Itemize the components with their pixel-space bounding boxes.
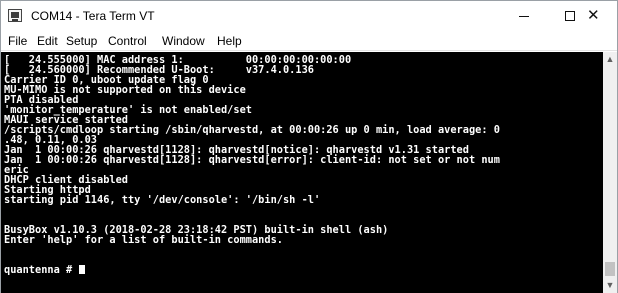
scroll-thumb[interactable] [605, 262, 615, 276]
terminal-line: Enter 'help' for a list of built-in comm… [4, 234, 283, 246]
tera-term-icon[interactable] [8, 9, 22, 22]
menu-edit[interactable]: Edit [37, 34, 58, 48]
menu-bar: File Edit Setup Control Window Help [1, 31, 617, 51]
menu-setup[interactable]: Setup [66, 34, 97, 48]
text-cursor [79, 265, 86, 274]
close-icon: ✕ [587, 7, 600, 24]
menu-window[interactable]: Window [162, 34, 205, 48]
shell-prompt: quantenna # [4, 265, 86, 275]
menu-control[interactable]: Control [108, 34, 147, 48]
title-bar[interactable]: COM14 - Tera Term VT ✕ [1, 1, 617, 31]
chevron-up-icon[interactable]: ▲ [603, 52, 617, 67]
terminal-output[interactable]: [ 24.555000] MAC address 1: 00:00:00:00:… [1, 52, 603, 293]
vertical-scrollbar[interactable]: ▲ ▼ [603, 52, 617, 293]
terminal-line: starting pid 1146, tty '/dev/console': '… [4, 194, 321, 206]
minimize-icon [519, 16, 529, 17]
close-button[interactable]: ✕ [571, 1, 617, 31]
terminal-line: Jan 1 00:00:26 qharvestd[1128]: qharvest… [4, 154, 500, 166]
minimize-button[interactable] [501, 1, 547, 31]
window-title: COM14 - Tera Term VT [31, 9, 155, 23]
menu-help[interactable]: Help [217, 34, 242, 48]
menu-file[interactable]: File [8, 34, 27, 48]
chevron-down-icon[interactable]: ▼ [603, 278, 617, 293]
tera-term-window: COM14 - Tera Term VT ✕ File Edit Setup C… [0, 0, 618, 293]
